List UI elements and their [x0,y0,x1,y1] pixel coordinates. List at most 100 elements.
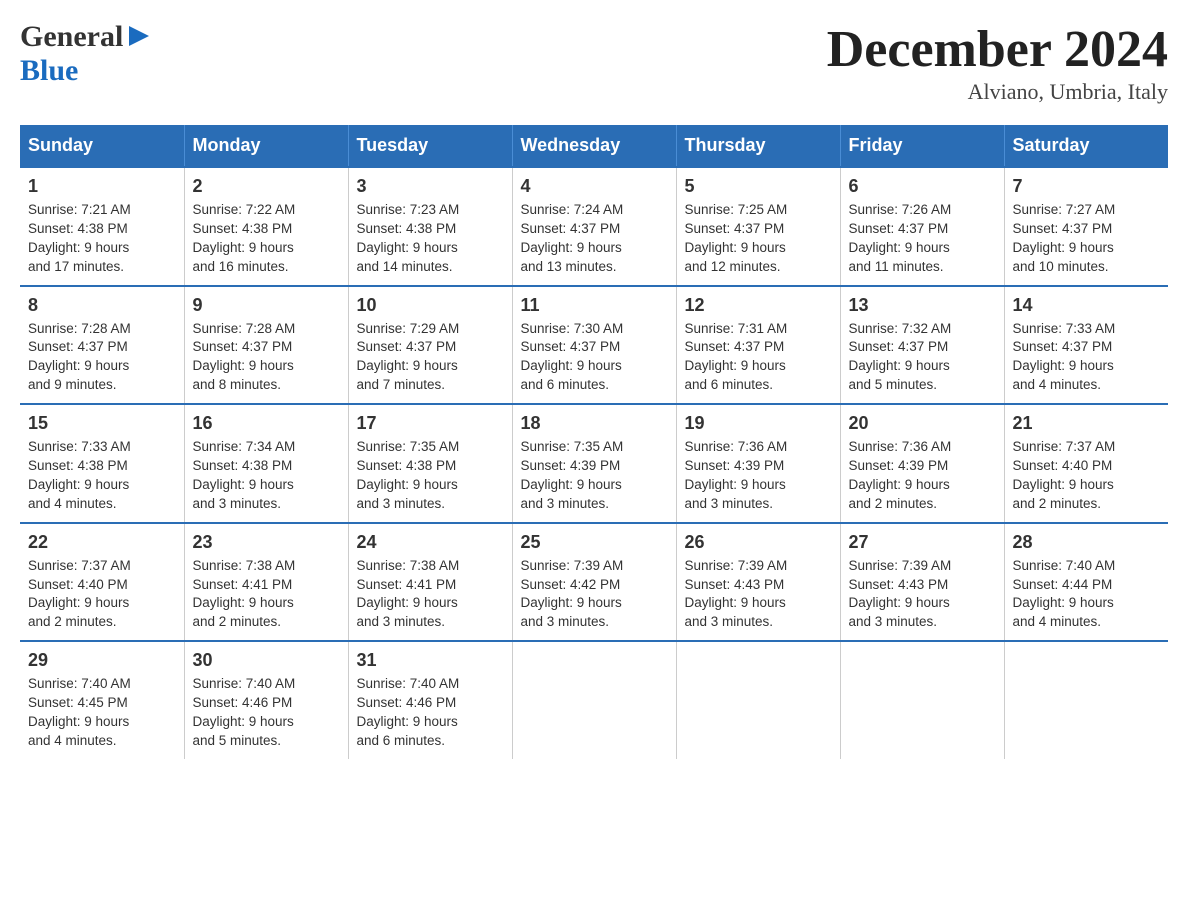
day-number: 28 [1013,532,1161,553]
day-number: 24 [357,532,504,553]
logo-triangle-icon [125,22,153,50]
day-number: 9 [193,295,340,316]
day-number: 22 [28,532,176,553]
calendar-cell: 28 Sunrise: 7:40 AM Sunset: 4:44 PM Dayl… [1004,523,1168,642]
calendar-cell: 19 Sunrise: 7:36 AM Sunset: 4:39 PM Dayl… [676,404,840,523]
day-number: 16 [193,413,340,434]
day-info: Sunrise: 7:31 AM Sunset: 4:37 PM Dayligh… [685,320,832,396]
day-info: Sunrise: 7:34 AM Sunset: 4:38 PM Dayligh… [193,438,340,514]
day-number: 4 [521,176,668,197]
logo: General Blue [20,20,153,88]
calendar-cell: 21 Sunrise: 7:37 AM Sunset: 4:40 PM Dayl… [1004,404,1168,523]
day-number: 31 [357,650,504,671]
calendar-cell: 5 Sunrise: 7:25 AM Sunset: 4:37 PM Dayli… [676,167,840,286]
column-header-friday: Friday [840,125,1004,167]
calendar-cell: 6 Sunrise: 7:26 AM Sunset: 4:37 PM Dayli… [840,167,1004,286]
calendar-cell: 29 Sunrise: 7:40 AM Sunset: 4:45 PM Dayl… [20,641,184,759]
day-number: 14 [1013,295,1161,316]
calendar-cell: 12 Sunrise: 7:31 AM Sunset: 4:37 PM Dayl… [676,286,840,405]
calendar-header-row: SundayMondayTuesdayWednesdayThursdayFrid… [20,125,1168,167]
day-info: Sunrise: 7:21 AM Sunset: 4:38 PM Dayligh… [28,201,176,277]
day-number: 23 [193,532,340,553]
calendar-cell: 1 Sunrise: 7:21 AM Sunset: 4:38 PM Dayli… [20,167,184,286]
calendar-cell: 31 Sunrise: 7:40 AM Sunset: 4:46 PM Dayl… [348,641,512,759]
day-info: Sunrise: 7:36 AM Sunset: 4:39 PM Dayligh… [849,438,996,514]
page-title: December 2024 [827,20,1168,79]
calendar-cell: 17 Sunrise: 7:35 AM Sunset: 4:38 PM Dayl… [348,404,512,523]
day-info: Sunrise: 7:33 AM Sunset: 4:38 PM Dayligh… [28,438,176,514]
calendar-week-row: 29 Sunrise: 7:40 AM Sunset: 4:45 PM Dayl… [20,641,1168,759]
day-number: 6 [849,176,996,197]
day-number: 27 [849,532,996,553]
day-info: Sunrise: 7:32 AM Sunset: 4:37 PM Dayligh… [849,320,996,396]
day-number: 1 [28,176,176,197]
calendar-cell: 18 Sunrise: 7:35 AM Sunset: 4:39 PM Dayl… [512,404,676,523]
day-info: Sunrise: 7:30 AM Sunset: 4:37 PM Dayligh… [521,320,668,396]
calendar-cell: 13 Sunrise: 7:32 AM Sunset: 4:37 PM Dayl… [840,286,1004,405]
calendar-cell: 15 Sunrise: 7:33 AM Sunset: 4:38 PM Dayl… [20,404,184,523]
day-number: 21 [1013,413,1161,434]
calendar-cell: 10 Sunrise: 7:29 AM Sunset: 4:37 PM Dayl… [348,286,512,405]
day-number: 10 [357,295,504,316]
day-info: Sunrise: 7:38 AM Sunset: 4:41 PM Dayligh… [357,557,504,633]
day-number: 26 [685,532,832,553]
calendar-cell: 30 Sunrise: 7:40 AM Sunset: 4:46 PM Dayl… [184,641,348,759]
day-number: 3 [357,176,504,197]
calendar-cell: 14 Sunrise: 7:33 AM Sunset: 4:37 PM Dayl… [1004,286,1168,405]
day-number: 5 [685,176,832,197]
calendar-cell: 23 Sunrise: 7:38 AM Sunset: 4:41 PM Dayl… [184,523,348,642]
column-header-monday: Monday [184,125,348,167]
day-info: Sunrise: 7:40 AM Sunset: 4:46 PM Dayligh… [357,675,504,751]
day-number: 19 [685,413,832,434]
day-info: Sunrise: 7:37 AM Sunset: 4:40 PM Dayligh… [28,557,176,633]
calendar-week-row: 1 Sunrise: 7:21 AM Sunset: 4:38 PM Dayli… [20,167,1168,286]
day-info: Sunrise: 7:37 AM Sunset: 4:40 PM Dayligh… [1013,438,1161,514]
day-info: Sunrise: 7:27 AM Sunset: 4:37 PM Dayligh… [1013,201,1161,277]
day-info: Sunrise: 7:38 AM Sunset: 4:41 PM Dayligh… [193,557,340,633]
day-number: 2 [193,176,340,197]
calendar-cell [512,641,676,759]
day-number: 18 [521,413,668,434]
calendar-cell: 9 Sunrise: 7:28 AM Sunset: 4:37 PM Dayli… [184,286,348,405]
page-subtitle: Alviano, Umbria, Italy [827,79,1168,105]
day-info: Sunrise: 7:35 AM Sunset: 4:38 PM Dayligh… [357,438,504,514]
day-number: 17 [357,413,504,434]
logo-general-text: General [20,20,123,54]
day-info: Sunrise: 7:28 AM Sunset: 4:37 PM Dayligh… [28,320,176,396]
calendar-cell: 24 Sunrise: 7:38 AM Sunset: 4:41 PM Dayl… [348,523,512,642]
calendar-cell [840,641,1004,759]
day-info: Sunrise: 7:39 AM Sunset: 4:43 PM Dayligh… [849,557,996,633]
day-info: Sunrise: 7:39 AM Sunset: 4:43 PM Dayligh… [685,557,832,633]
logo-blue-text: Blue [20,54,78,87]
day-info: Sunrise: 7:25 AM Sunset: 4:37 PM Dayligh… [685,201,832,277]
calendar-cell: 4 Sunrise: 7:24 AM Sunset: 4:37 PM Dayli… [512,167,676,286]
day-number: 29 [28,650,176,671]
day-number: 20 [849,413,996,434]
day-info: Sunrise: 7:33 AM Sunset: 4:37 PM Dayligh… [1013,320,1161,396]
day-number: 15 [28,413,176,434]
calendar-cell: 8 Sunrise: 7:28 AM Sunset: 4:37 PM Dayli… [20,286,184,405]
calendar-cell: 7 Sunrise: 7:27 AM Sunset: 4:37 PM Dayli… [1004,167,1168,286]
calendar-cell: 20 Sunrise: 7:36 AM Sunset: 4:39 PM Dayl… [840,404,1004,523]
day-number: 30 [193,650,340,671]
day-info: Sunrise: 7:35 AM Sunset: 4:39 PM Dayligh… [521,438,668,514]
column-header-saturday: Saturday [1004,125,1168,167]
column-header-wednesday: Wednesday [512,125,676,167]
column-header-thursday: Thursday [676,125,840,167]
day-info: Sunrise: 7:26 AM Sunset: 4:37 PM Dayligh… [849,201,996,277]
calendar-table: SundayMondayTuesdayWednesdayThursdayFrid… [20,125,1168,759]
day-number: 11 [521,295,668,316]
day-number: 8 [28,295,176,316]
day-number: 7 [1013,176,1161,197]
column-header-sunday: Sunday [20,125,184,167]
day-info: Sunrise: 7:22 AM Sunset: 4:38 PM Dayligh… [193,201,340,277]
day-info: Sunrise: 7:39 AM Sunset: 4:42 PM Dayligh… [521,557,668,633]
day-info: Sunrise: 7:40 AM Sunset: 4:46 PM Dayligh… [193,675,340,751]
calendar-cell: 22 Sunrise: 7:37 AM Sunset: 4:40 PM Dayl… [20,523,184,642]
calendar-cell: 25 Sunrise: 7:39 AM Sunset: 4:42 PM Dayl… [512,523,676,642]
calendar-cell: 27 Sunrise: 7:39 AM Sunset: 4:43 PM Dayl… [840,523,1004,642]
page-header: General Blue December 2024 Alviano, Umbr… [20,20,1168,105]
day-info: Sunrise: 7:29 AM Sunset: 4:37 PM Dayligh… [357,320,504,396]
calendar-cell: 2 Sunrise: 7:22 AM Sunset: 4:38 PM Dayli… [184,167,348,286]
column-header-tuesday: Tuesday [348,125,512,167]
